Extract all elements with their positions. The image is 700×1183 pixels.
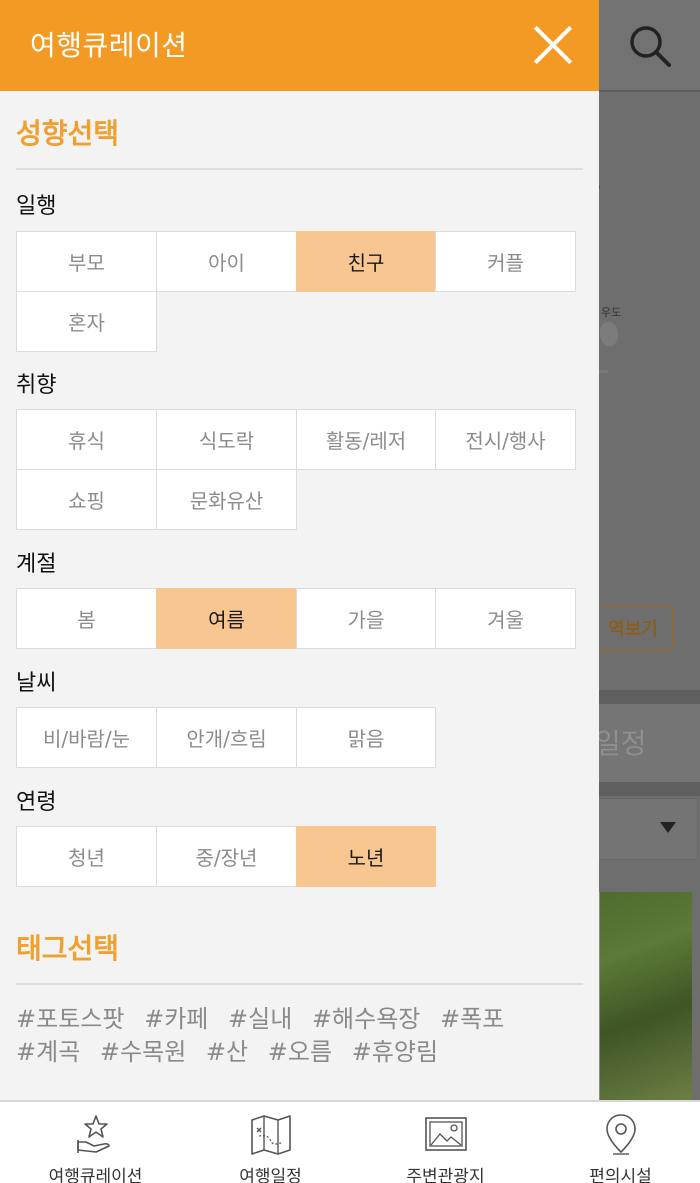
tag-list: #포토스팟 #카페 #실내 #해수욕장 #폭포 #계곡 #수목원 #산 #오름 … xyxy=(16,1003,576,1069)
tag-item[interactable]: #카페 xyxy=(144,1005,208,1033)
tag-item[interactable]: #오름 xyxy=(268,1038,332,1066)
season-label: 계절 xyxy=(16,552,57,577)
season-option[interactable]: 여름 xyxy=(156,588,297,649)
taste-option[interactable]: 휴식 xyxy=(16,409,157,470)
nav-label: 편의시설 xyxy=(589,1167,652,1183)
search-icon[interactable] xyxy=(628,24,672,68)
nav-item-schedule[interactable]: 여행일정 xyxy=(183,1102,358,1183)
companion-option[interactable]: 아이 xyxy=(156,231,297,292)
nav-label: 주변관광지 xyxy=(406,1167,485,1183)
close-icon[interactable] xyxy=(530,22,576,68)
taste-option[interactable]: 활동/레저 xyxy=(296,409,436,470)
drawer-header: 여행큐레이션 xyxy=(0,0,599,91)
age-option[interactable]: 청년 xyxy=(16,826,157,887)
preference-section-title: 성향선택 xyxy=(16,117,120,150)
weather-option[interactable]: 맑음 xyxy=(296,707,436,768)
background-view-button[interactable]: 역보기 xyxy=(592,605,674,651)
taste-option[interactable]: 문화유산 xyxy=(156,469,297,530)
section-divider xyxy=(16,983,583,985)
taste-options: 휴식 식도락 활동/레저 전시/행사쇼핑 문화유산 xyxy=(16,409,576,530)
map-icon xyxy=(250,1115,291,1155)
companion-option[interactable]: 혼자 xyxy=(16,291,157,352)
tag-section-title: 태그선택 xyxy=(16,932,120,965)
age-option[interactable]: 중/장년 xyxy=(156,826,297,887)
nav-label: 여행큐레이션 xyxy=(48,1167,143,1183)
map-label: 우도 xyxy=(601,306,622,319)
nav-label: 여행일정 xyxy=(239,1167,302,1183)
background-view-button-label: 역보기 xyxy=(608,619,658,640)
caret-down-icon xyxy=(660,822,676,833)
season-option[interactable]: 봄 xyxy=(16,588,157,649)
hand-star-icon xyxy=(76,1115,110,1153)
companion-option[interactable]: 커플 xyxy=(435,231,576,292)
age-label: 연령 xyxy=(16,790,57,815)
season-option[interactable]: 겨울 xyxy=(435,588,576,649)
map-island-shape xyxy=(598,370,608,373)
location-pin-icon xyxy=(605,1114,636,1155)
tag-item[interactable]: #수목원 xyxy=(100,1038,186,1066)
tag-item[interactable]: #실내 xyxy=(228,1005,292,1033)
tag-item[interactable]: #폭포 xyxy=(440,1005,504,1033)
bottom-nav: 여행큐레이션 여행일정 주변관광지 편의시설 xyxy=(0,1100,700,1183)
picture-icon xyxy=(424,1117,467,1151)
tag-item[interactable]: #산 xyxy=(206,1038,248,1066)
companion-options: 부모 아이 친구 커플혼자 xyxy=(16,231,576,352)
season-options: 봄 여름 가을 겨울 xyxy=(16,588,576,649)
section-divider xyxy=(16,168,583,170)
weather-label: 날씨 xyxy=(16,671,57,696)
nav-item-nearby[interactable]: 주변관광지 xyxy=(358,1102,533,1183)
tag-item[interactable]: #포토스팟 xyxy=(16,1005,124,1033)
nav-item-facilities[interactable]: 편의시설 xyxy=(533,1102,700,1183)
companion-label: 일행 xyxy=(16,194,57,219)
background-photo xyxy=(592,892,692,1100)
taste-label: 취향 xyxy=(16,373,57,398)
drawer-title: 여행큐레이션 xyxy=(30,29,188,62)
tag-item[interactable]: #휴양림 xyxy=(352,1038,438,1066)
weather-option[interactable]: 안개/흐림 xyxy=(156,707,297,768)
tag-item[interactable]: #계곡 xyxy=(16,1038,80,1066)
age-options: 청년 중/장년 노년 xyxy=(16,826,575,887)
background-select[interactable] xyxy=(590,798,698,860)
weather-options: 비/바람/눈 안개/흐림 맑음 xyxy=(16,707,575,768)
companion-option[interactable]: 부모 xyxy=(16,231,157,292)
nav-item-curation[interactable]: 여행큐레이션 xyxy=(8,1102,183,1183)
map-island-shape xyxy=(600,322,618,346)
season-option[interactable]: 가을 xyxy=(296,588,436,649)
curation-drawer: 여행큐레이션 성향선택 일행 부모 아이 친구 커플혼자 취향 휴식 식도락 활동/레저 전… xyxy=(0,0,599,1100)
background-tab-label[interactable]: 일정 xyxy=(595,722,647,762)
taste-option[interactable]: 식도락 xyxy=(156,409,297,470)
age-option[interactable]: 노년 xyxy=(296,826,436,887)
taste-option[interactable]: 전시/행사 xyxy=(435,409,576,470)
taste-option[interactable]: 쇼핑 xyxy=(16,469,157,530)
weather-option[interactable]: 비/바람/눈 xyxy=(16,707,157,768)
tag-item[interactable]: #해수욕장 xyxy=(312,1005,420,1033)
companion-option[interactable]: 친구 xyxy=(296,231,436,292)
